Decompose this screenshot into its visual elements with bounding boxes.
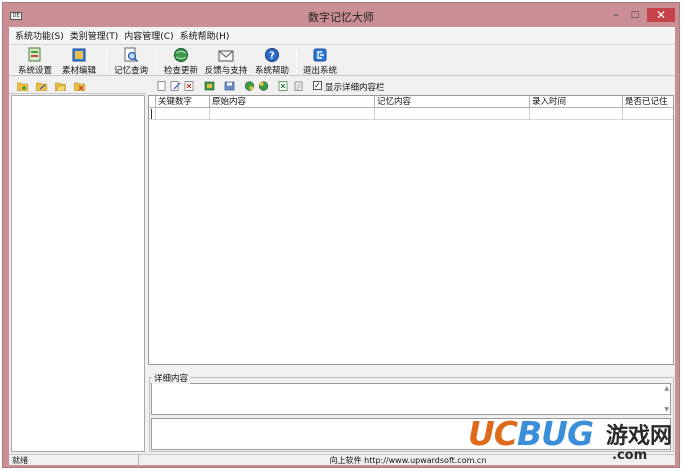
menu-content-management[interactable]: 内容管理(C): [121, 29, 176, 42]
check-update-button[interactable]: 检查更新: [161, 47, 201, 76]
feedback-envelope-icon: [218, 50, 234, 62]
status-ready: 就绪: [11, 455, 139, 466]
delete-folder-icon[interactable]: [74, 81, 85, 91]
help-button[interactable]: ? 系统帮助: [252, 47, 292, 76]
cell-entry-time[interactable]: [529, 108, 622, 120]
add-folder-icon[interactable]: [17, 81, 28, 91]
menu-bar: 系统功能(S) 类别管理(T) 内容管理(C) 系统帮助(H): [9, 27, 675, 43]
category-panel: [9, 78, 146, 452]
help-icon: ?: [265, 48, 279, 62]
detail-legend: 详细内容: [152, 372, 191, 384]
svg-text:?: ?: [269, 51, 275, 62]
edit-icon[interactable]: [170, 81, 181, 91]
cell-original-content[interactable]: [209, 108, 374, 120]
watermark-logo: UCBUG 游戏网 .com: [462, 410, 680, 466]
toolbar-separator: [296, 49, 297, 73]
search-memory-icon: [124, 47, 139, 63]
update-globe-icon: [174, 48, 188, 62]
search-memory-button[interactable]: 记忆查询: [111, 47, 151, 76]
cell-remembered[interactable]: [622, 108, 673, 120]
open-folder-icon[interactable]: [55, 81, 66, 91]
toolbar-separator: [156, 49, 157, 73]
show-detail-label[interactable]: 显示详细内容栏: [325, 81, 385, 93]
main-toolbar: 系统设置 素材编辑 记忆查询 检查更新 反馈与支持 ? 系统帮助 退出系统: [9, 44, 675, 76]
edit-folder-icon[interactable]: [36, 81, 47, 91]
cell-key-number[interactable]: [155, 108, 209, 120]
edit-material-icon: [72, 48, 86, 62]
grid-header: 关键数字 原始内容 记忆内容 录入时间 是否已记住: [149, 96, 673, 108]
settings-icon: [28, 47, 41, 62]
save-icon[interactable]: [224, 81, 235, 91]
title-bar[interactable]: DE 数字记忆大师 – □ ✕: [3, 3, 679, 27]
toolbar-separator: [106, 49, 107, 73]
export-icon[interactable]: [258, 81, 269, 91]
column-header-key-number[interactable]: 关键数字: [155, 96, 209, 108]
help-label: 系统帮助: [254, 66, 289, 76]
category-toolbar: [9, 78, 146, 94]
delete-icon[interactable]: [184, 81, 195, 91]
row-indicator: [151, 109, 152, 119]
content-toolbar: ✓ 显示详细内容栏: [148, 78, 675, 94]
exit-icon: [313, 48, 327, 62]
memory-grid[interactable]: 关键数字 原始内容 记忆内容 录入时间 是否已记住: [148, 95, 674, 365]
column-header-original-content[interactable]: 原始内容: [209, 96, 374, 108]
close-button[interactable]: ✕: [647, 8, 675, 22]
import-icon[interactable]: [244, 81, 255, 91]
maximize-button[interactable]: □: [627, 8, 643, 22]
watermark-domain: .com: [612, 448, 648, 463]
client-area: 系统功能(S) 类别管理(T) 内容管理(C) 系统帮助(H) 系统设置 素材编…: [9, 27, 675, 466]
table-row[interactable]: [149, 108, 673, 120]
edit-material-label: 素材编辑: [61, 66, 96, 76]
menu-system-help[interactable]: 系统帮助(H): [177, 29, 233, 42]
edit-material-button[interactable]: 素材编辑: [59, 47, 99, 76]
minimize-button[interactable]: –: [608, 8, 624, 22]
feedback-label: 反馈与支持: [204, 66, 248, 76]
menu-system-functions[interactable]: 系统功能(S): [12, 29, 67, 42]
clipboard-icon[interactable]: [293, 81, 304, 91]
watermark-text: 游戏网: [606, 423, 673, 449]
category-tree[interactable]: [11, 95, 145, 452]
window-title: 数字记忆大师: [308, 11, 374, 24]
settings-button[interactable]: 系统设置: [15, 47, 55, 76]
menu-category-management[interactable]: 类别管理(T): [67, 29, 122, 42]
exit-label: 退出系统: [302, 66, 337, 76]
new-icon[interactable]: [156, 81, 167, 91]
cell-memory-content[interactable]: [374, 108, 529, 120]
show-detail-checkbox[interactable]: ✓: [313, 81, 322, 90]
move-icon[interactable]: [204, 81, 215, 91]
column-header-entry-time[interactable]: 录入时间: [529, 96, 622, 108]
scroll-up-icon[interactable]: ▲: [664, 385, 669, 392]
feedback-button[interactable]: 反馈与支持: [203, 47, 249, 76]
watermark-brand: UCBUG: [468, 414, 594, 453]
search-memory-label: 记忆查询: [113, 66, 148, 76]
main-window: DE 数字记忆大师 – □ ✕ 系统功能(S) 类别管理(T) 内容管理(C) …: [2, 2, 680, 468]
content-panel: ✓ 显示详细内容栏 关键数字 原始内容 记忆内容 录入时间 是否已记住 详细内容…: [148, 78, 675, 452]
check-update-label: 检查更新: [163, 66, 198, 76]
column-header-remembered[interactable]: 是否已记住: [622, 96, 673, 108]
excel-icon[interactable]: [278, 81, 289, 91]
exit-button[interactable]: 退出系统: [300, 47, 340, 76]
settings-label: 系统设置: [17, 66, 52, 76]
column-header-memory-content[interactable]: 记忆内容: [374, 96, 529, 108]
